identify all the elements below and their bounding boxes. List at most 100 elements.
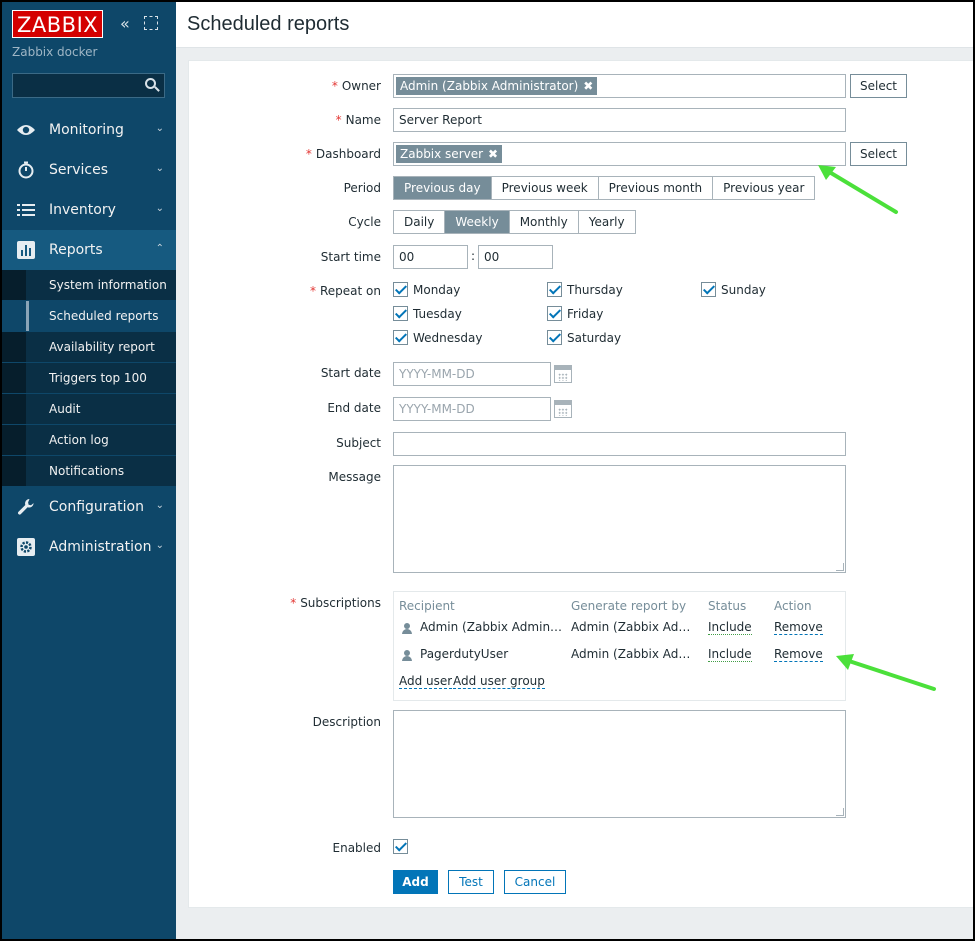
sidebar-item-inventory[interactable]: Inventory ⌄ (2, 190, 176, 230)
calendar-icon[interactable] (554, 400, 572, 418)
submenu-item-audit[interactable]: Audit (2, 394, 176, 425)
remove-link[interactable]: Remove (774, 620, 823, 635)
sidebar-item-services[interactable]: Services ⌄ (2, 150, 176, 190)
report-form: * Owner Admin (Zabbix Administrator) ✖ Sel… (188, 60, 973, 908)
remove-tag-icon[interactable]: ✖ (583, 79, 593, 93)
cycle-radio-group: Daily Weekly Monthly Yearly (393, 210, 636, 234)
chevron-down-icon: ⌄ (155, 123, 164, 134)
chevron-down-icon: ⌄ (155, 163, 164, 174)
sidebar-item-administration[interactable]: Administration ⌄ (2, 527, 176, 567)
search-icon[interactable] (145, 78, 160, 92)
checkbox-label: Wednesday (413, 330, 483, 345)
start-time-minutes-input[interactable]: 00 (478, 245, 553, 269)
checkbox-icon[interactable] (547, 330, 562, 345)
checkbox-monday[interactable]: Monday (393, 282, 460, 297)
checkbox-friday[interactable]: Friday (547, 306, 603, 321)
checkbox-icon[interactable] (393, 839, 408, 854)
repeat-on-label-text: Repeat on (319, 284, 381, 298)
period-previous-month[interactable]: Previous month (598, 177, 714, 199)
start-date-input[interactable]: YYYY-MM-DD (393, 362, 551, 386)
owner-tag: Admin (Zabbix Administrator) ✖ (396, 77, 598, 95)
checkbox-icon[interactable] (547, 282, 562, 297)
sidebar-item-reports[interactable]: Reports ⌃ (2, 230, 176, 270)
submenu-item-scheduled-reports[interactable]: Scheduled reports (2, 301, 176, 332)
checkbox-sunday[interactable]: Sunday (701, 282, 766, 297)
generate-by-cell: Admin (Zabbix Administrator) (571, 620, 701, 634)
reports-submenu: System information Scheduled reports Ava… (2, 270, 176, 487)
sidebar-item-configuration[interactable]: Configuration ⌄ (2, 487, 176, 527)
submenu-item-action-log[interactable]: Action log (2, 425, 176, 456)
period-previous-day[interactable]: Previous day (394, 177, 492, 199)
recipient-link[interactable]: PagerdutyUser (420, 647, 564, 661)
remove-tag-icon[interactable]: ✖ (488, 147, 498, 161)
submenu-item-system-information[interactable]: System information (2, 270, 176, 301)
cancel-button[interactable]: Cancel (504, 870, 566, 894)
dashboard-select-button[interactable]: Select (850, 142, 907, 166)
checkbox-wednesday[interactable]: Wednesday (393, 330, 482, 345)
page-title: Scheduled reports (187, 13, 350, 35)
add-user-link[interactable]: Add user (399, 674, 453, 689)
cycle-yearly[interactable]: Yearly (578, 211, 635, 233)
message-textarea[interactable] (393, 465, 846, 573)
checkbox-icon[interactable] (393, 282, 408, 297)
description-textarea[interactable] (393, 710, 846, 818)
checkbox-icon[interactable] (547, 306, 562, 321)
end-date-input[interactable]: YYYY-MM-DD (393, 397, 551, 421)
message-label: Message (328, 470, 381, 484)
generate-by-cell: Admin (Zabbix Administrator) (571, 647, 701, 661)
period-radio-group: Previous day Previous week Previous mont… (393, 176, 816, 200)
remove-link[interactable]: Remove (774, 647, 823, 662)
cycle-monthly[interactable]: Monthly (509, 211, 579, 233)
wrench-icon (16, 497, 36, 517)
checkbox-thursday[interactable]: Thursday (547, 282, 623, 297)
column-header-action: Action (774, 599, 812, 613)
add-user-group-link[interactable]: Add user group (453, 674, 545, 689)
submenu-item-triggers-top-100[interactable]: Triggers top 100 (2, 363, 176, 394)
period-label: Period (343, 181, 381, 195)
checkbox-icon[interactable] (393, 330, 408, 345)
owner-select-button[interactable]: Select (850, 74, 907, 98)
resize-handle-icon[interactable] (836, 808, 844, 816)
resize-handle-icon[interactable] (836, 563, 844, 571)
add-button[interactable]: Add (393, 870, 438, 894)
submenu-item-availability-report[interactable]: Availability report (2, 332, 176, 363)
search-input[interactable] (12, 73, 165, 98)
kiosk-mode-icon[interactable] (144, 16, 158, 30)
submenu-item-notifications[interactable]: Notifications (2, 456, 176, 487)
repeat-on-label: * Repeat on (310, 284, 381, 298)
subject-input[interactable] (393, 432, 846, 456)
chevron-down-icon: ⌄ (155, 540, 164, 551)
sidebar-item-label: Administration (49, 539, 152, 555)
checkbox-tuesday[interactable]: Tuesday (393, 306, 462, 321)
description-label: Description (312, 715, 381, 729)
test-button[interactable]: Test (448, 870, 494, 894)
checkbox-label: Thursday (567, 282, 623, 297)
cycle-weekly[interactable]: Weekly (445, 211, 510, 233)
calendar-icon[interactable] (554, 365, 572, 383)
checkbox-label: Friday (567, 306, 604, 321)
dashboard-multiselect[interactable]: Zabbix server ✖ (393, 142, 846, 166)
cycle-daily[interactable]: Daily (394, 211, 446, 233)
collapse-sidebar-icon[interactable]: « (120, 16, 136, 32)
required-marker: * (309, 284, 316, 298)
stopwatch-icon (16, 160, 36, 180)
checkbox-icon[interactable] (393, 306, 408, 321)
checkbox-saturday[interactable]: Saturday (547, 330, 621, 345)
status-include-link[interactable]: Include (708, 647, 752, 662)
owner-multiselect[interactable]: Admin (Zabbix Administrator) ✖ (393, 74, 846, 98)
required-marker: * (305, 147, 312, 161)
enabled-checkbox[interactable] (393, 839, 413, 854)
start-date-label: Start date (320, 366, 381, 380)
recipient-link[interactable]: Admin (Zabbix Administrator) (420, 620, 564, 634)
name-input[interactable]: Server Report (393, 108, 846, 132)
column-header-recipient: Recipient (399, 599, 455, 613)
app-frame: ZABBIX « Zabbix docker Monitoring ⌄ Serv… (0, 0, 975, 941)
zabbix-logo[interactable]: ZABBIX (12, 10, 104, 38)
subscriptions-table: Recipient Generate report by Status Acti… (393, 591, 846, 701)
sidebar-item-monitoring[interactable]: Monitoring ⌄ (2, 110, 176, 150)
period-previous-year[interactable]: Previous year (713, 177, 815, 199)
status-include-link[interactable]: Include (708, 620, 752, 635)
start-time-hours-input[interactable]: 00 (393, 245, 468, 269)
period-previous-week[interactable]: Previous week (491, 177, 599, 199)
checkbox-icon[interactable] (701, 282, 716, 297)
